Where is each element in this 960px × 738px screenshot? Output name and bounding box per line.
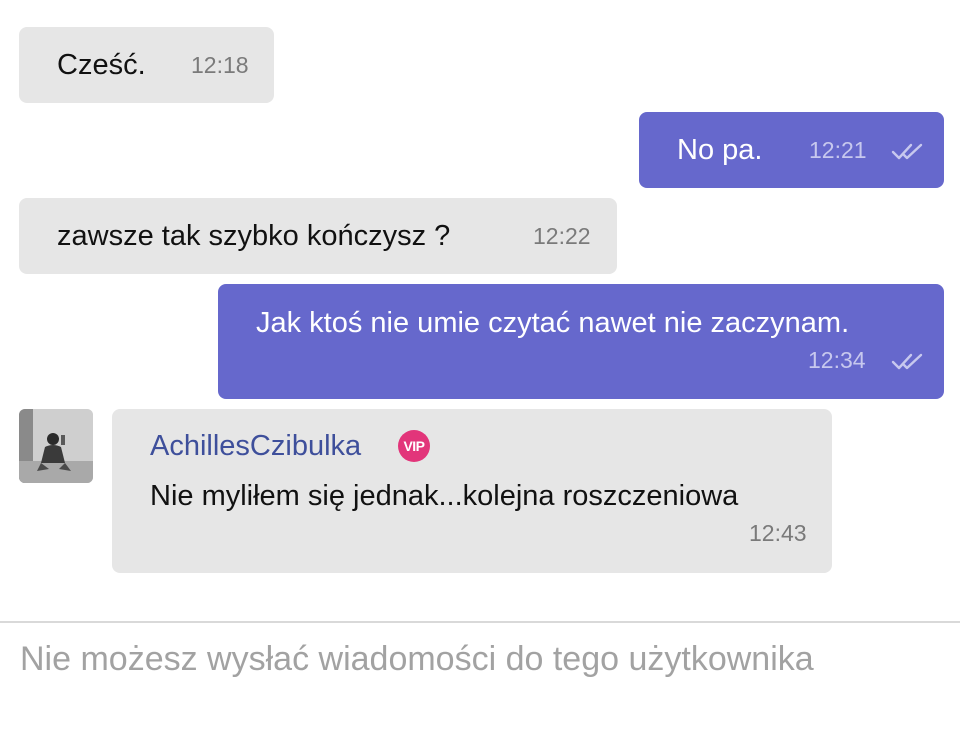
message-bubble-incoming[interactable]: zawsze tak szybko kończysz ? 12:22 [19, 198, 617, 274]
double-check-icon [891, 353, 923, 370]
message-text: Cześć. [57, 49, 146, 81]
composer-disabled-notice: Nie możesz wysłać wiadomości do tego uży… [20, 640, 814, 678]
message-text: Jak ktoś nie umie czytać nawet nie zaczy… [256, 307, 850, 339]
composer-divider [0, 621, 960, 623]
sender-avatar[interactable] [19, 409, 93, 483]
message-time: 12:21 [809, 137, 867, 163]
vip-badge: VIP [398, 430, 430, 462]
message-time: 12:34 [808, 347, 866, 373]
message-text: Nie myliłem się jednak...kolejna roszcze… [150, 480, 739, 512]
sender-name[interactable]: AchillesCzibulka [150, 430, 361, 463]
message-time: 12:22 [533, 223, 591, 249]
message-text: No pa. [677, 134, 763, 166]
person-photo-icon [19, 409, 93, 483]
message-bubble-outgoing[interactable]: No pa. 12:21 [639, 112, 944, 188]
message-bubble-incoming[interactable]: Cześć. 12:18 [19, 27, 274, 103]
message-time: 12:43 [749, 520, 807, 546]
message-bubble-incoming[interactable]: AchillesCzibulka VIP Nie myliłem się jed… [112, 409, 832, 573]
message-time: 12:18 [191, 52, 249, 78]
message-bubble-outgoing[interactable]: Jak ktoś nie umie czytać nawet nie zaczy… [218, 284, 944, 399]
double-check-icon [891, 143, 923, 160]
message-text: zawsze tak szybko kończysz ? [57, 220, 451, 252]
chat-thread: Cześć. 12:18 No pa. 12:21 zawsze tak szy… [0, 0, 960, 620]
